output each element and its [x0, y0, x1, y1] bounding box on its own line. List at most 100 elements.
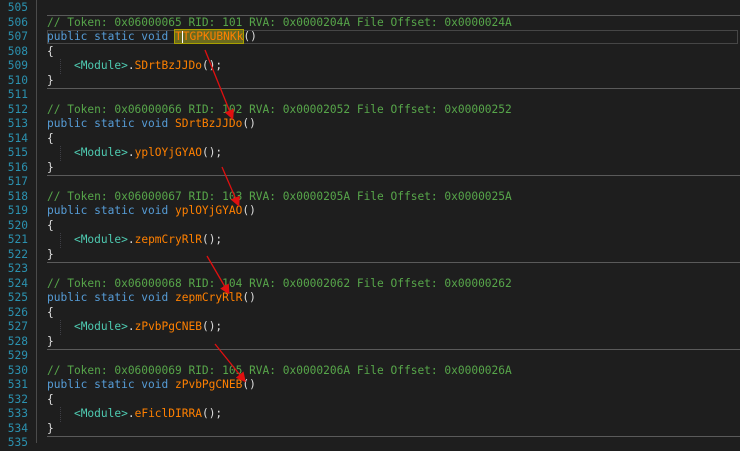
code-type[interactable]: <Module> [74, 407, 128, 420]
code-text: } [47, 335, 54, 350]
code-line[interactable]: 515 <Module>.yplOYjGYAO(); [0, 146, 740, 161]
line-number: 528 [7, 334, 28, 348]
code-line[interactable]: 507 public static void TTGPKUBNKk() [0, 29, 740, 45]
code-text: public static void zepmCryRlR() [47, 291, 256, 306]
code-line[interactable]: 510} [0, 74, 740, 89]
code-punctuation: { [47, 218, 54, 232]
code-line[interactable]: 533 <Module>.eFiclDIRRA(); [0, 407, 740, 422]
code-line[interactable]: 506 // Token: 0x06000065 RID: 101 RVA: 0x… [0, 16, 740, 31]
code-line[interactable]: 521 <Module>.zepmCryRlR(); [0, 233, 740, 248]
code-type[interactable]: <Module> [74, 59, 128, 72]
line-number: 525 [7, 291, 28, 304]
code-text: { [47, 393, 54, 408]
code-text: public static void zPvbPgCNEB() [47, 378, 256, 393]
line-number: 526 [7, 305, 28, 319]
code-line[interactable]: 525 public static void zepmCryRlR() [0, 291, 740, 306]
code-line[interactable]: 517 [0, 175, 740, 190]
code-line[interactable]: 524 // Token: 0x06000068 RID: 104 RVA: 0x… [0, 277, 740, 292]
code-text: } [47, 74, 54, 89]
code-keyword: public static void [47, 117, 175, 130]
code-punctuation: } [47, 160, 54, 174]
code-line[interactable]: 505 [0, 1, 740, 16]
code-punctuation: (); [201, 146, 223, 159]
code-line[interactable]: 526 { [0, 306, 740, 321]
code-comment: // Token: 0x06000067 RID: 103 RVA: 0x000… [47, 189, 512, 203]
code-text: { [47, 306, 54, 321]
method-name[interactable]: zepmCryRlR [175, 291, 242, 304]
code-punctuation: } [47, 421, 54, 435]
line-number: 512 [7, 102, 28, 116]
code-punctuation: { [47, 44, 54, 58]
code-punctuation: () [243, 30, 257, 43]
method-name[interactable]: SDrtBzJJDo [135, 59, 202, 72]
code-type[interactable]: <Module> [74, 146, 128, 159]
line-number: 511 [7, 88, 28, 101]
line-number: 509 [7, 59, 28, 72]
code-line[interactable]: 532 { [0, 393, 740, 408]
code-line[interactable]: 516} [0, 161, 740, 176]
code-keyword: public static void [47, 291, 175, 304]
method-name[interactable]: zPvbPgCNEB [135, 320, 202, 333]
code-text: public static void TTGPKUBNKk() [47, 29, 257, 45]
code-line[interactable]: 518 // Token: 0x06000067 RID: 103 RVA: 0x… [0, 190, 740, 205]
code-line[interactable]: 528} [0, 335, 740, 350]
method-name[interactable]: zPvbPgCNEB [175, 378, 242, 391]
code-line[interactable]: 527 <Module>.zPvbPgCNEB(); [0, 320, 740, 335]
code-text: } [47, 422, 54, 437]
code-line[interactable]: 512 // Token: 0x06000066 RID: 102 RVA: 0x… [0, 103, 740, 118]
code-keyword: public static void [47, 30, 175, 43]
line-number: 527 [7, 320, 28, 333]
code-punctuation: () [242, 117, 256, 130]
indent-guide [60, 320, 61, 335]
code-line[interactable]: 534} [0, 422, 740, 437]
code-editor[interactable]: 505 506 // Token: 0x06000065 RID: 101 RVA:… [0, 0, 740, 449]
code-punctuation: . [127, 59, 135, 72]
line-number: 515 [7, 146, 28, 159]
method-name[interactable]: SDrtBzJJDo [175, 117, 242, 130]
code-line[interactable]: 508 { [0, 45, 740, 60]
code-punctuation: } [47, 247, 54, 261]
code-text: public static void SDrtBzJJDo() [47, 117, 256, 132]
code-text: <Module>.eFiclDIRRA(); [47, 407, 222, 422]
code-comment: // Token: 0x06000069 RID: 105 RVA: 0x000… [47, 363, 512, 377]
indent-guide [60, 146, 61, 161]
code-line[interactable]: 519 public static void yplOYjGYAO() [0, 204, 740, 219]
method-name[interactable]: yplOYjGYAO [135, 146, 202, 159]
line-number: 507 [7, 30, 28, 43]
line-number: 523 [7, 262, 28, 275]
indent-guide [60, 233, 61, 248]
line-number: 514 [7, 131, 28, 145]
code-type[interactable]: <Module> [74, 233, 128, 246]
code-line[interactable]: 530 // Token: 0x06000069 RID: 105 RVA: 0x… [0, 364, 740, 379]
code-punctuation: () [242, 291, 256, 304]
method-name[interactable]: zepmCryRlR [135, 233, 202, 246]
code-text: <Module>.zepmCryRlR(); [47, 233, 222, 248]
line-number: 533 [7, 407, 28, 420]
code-line[interactable]: 514 { [0, 132, 740, 147]
method-separator [47, 15, 740, 16]
method-name[interactable]: eFiclDIRRA [135, 407, 202, 420]
method-separator [47, 348, 740, 350]
code-text: // Token: 0x06000069 RID: 105 RVA: 0x000… [47, 364, 512, 379]
code-line[interactable]: 509 <Module>.SDrtBzJJDo(); [0, 59, 740, 74]
code-line[interactable]: 529 [0, 349, 740, 364]
code-punctuation: { [47, 392, 54, 406]
line-number: 508 [7, 44, 28, 58]
code-line[interactable]: 520 { [0, 219, 740, 234]
code-comment: // Token: 0x06000066 RID: 102 RVA: 0x000… [47, 102, 512, 116]
code-line[interactable]: 531 public static void zPvbPgCNEB() [0, 378, 740, 393]
code-line[interactable]: 511 [0, 88, 740, 103]
method-name[interactable]: yplOYjGYAO [175, 204, 242, 217]
code-line[interactable]: 513 public static void SDrtBzJJDo() [0, 117, 740, 132]
code-text: { [47, 219, 54, 234]
line-number: 521 [7, 233, 28, 246]
code-type[interactable]: <Module> [74, 320, 128, 333]
code-keyword: public static void [47, 378, 175, 391]
code-line[interactable]: 535 [0, 436, 740, 451]
code-line[interactable]: 522} [0, 248, 740, 263]
code-punctuation: . [127, 233, 135, 246]
code-punctuation: { [47, 131, 54, 145]
code-line[interactable]: 523 [0, 262, 740, 277]
method-name[interactable]: TTGPKUBNKk [173, 29, 245, 44]
code-punctuation: . [127, 146, 135, 159]
